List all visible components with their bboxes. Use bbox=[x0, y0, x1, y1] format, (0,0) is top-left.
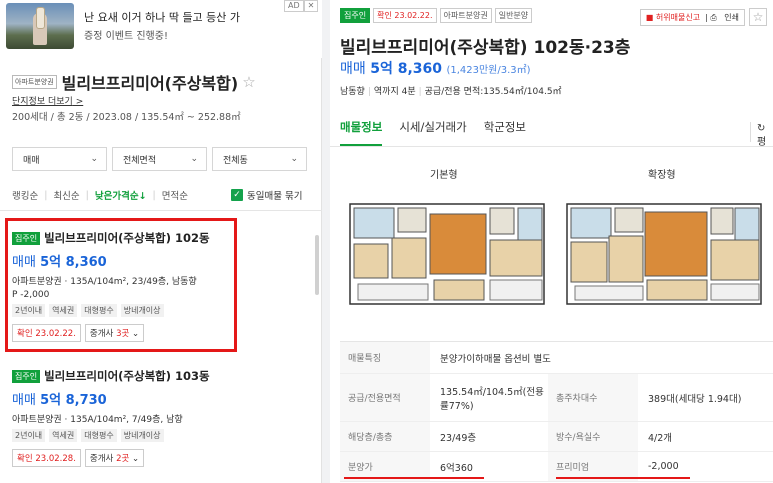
feature-chip: 대형평수 bbox=[81, 304, 117, 317]
complex-info-link[interactable]: 단지정보 더보기 > bbox=[12, 94, 83, 107]
trade-type-select[interactable]: 매매 ⌄ bbox=[12, 147, 107, 171]
sort-latest[interactable]: 최신순 bbox=[53, 188, 79, 202]
feature-chip: 방네개이상 bbox=[120, 429, 164, 442]
listing-panel: 난 요새 이거 하나 딱 들고 등산 가 증정 이벤트 진행중! AD ✕ 아파… bbox=[0, 0, 322, 483]
floorplan-basic-image[interactable] bbox=[348, 200, 546, 308]
owner-tag: 집주인 bbox=[12, 231, 41, 245]
table-cell: 135.54㎡/104.5㎡(전용률77%) bbox=[440, 386, 544, 412]
chevron-down-icon: ⌄ bbox=[90, 154, 98, 164]
owner-tag: 집주인 bbox=[340, 8, 371, 23]
favorite-star-icon[interactable]: ☆ bbox=[749, 8, 767, 26]
building-select[interactable]: 전체동 ⌄ bbox=[212, 147, 307, 171]
table-cell: -2,000 bbox=[648, 461, 679, 472]
table-header: 공급/전용면적 bbox=[340, 374, 430, 421]
ad-banner[interactable]: 난 요새 이거 하나 딱 들고 등산 가 증정 이벤트 진행중! AD ✕ bbox=[0, 0, 322, 58]
detail-title: 빌리브프리미어(주상복합) 102동·23층 bbox=[340, 38, 631, 58]
ad-close-icon[interactable]: ✕ bbox=[303, 0, 319, 12]
area-select[interactable]: 전체면적 ⌄ bbox=[112, 147, 207, 171]
sort-ranking[interactable]: 랭킹순 bbox=[12, 188, 38, 202]
listing-spec: 아파트분양권 · 135A/104m², 7/49층, 남향 bbox=[12, 415, 183, 425]
type-tag: 아파트분양권 bbox=[439, 8, 492, 23]
feature-chip: 방네개이상 bbox=[120, 304, 164, 317]
confirm-date-tag: 확인 23.02.22. bbox=[12, 324, 81, 342]
ad-subline[interactable]: 증정 이벤트 진행중! bbox=[84, 27, 168, 42]
listing-item[interactable]: 집주인 빌리브프리미어(주상복합) 102동 매매 5억 8,360 아파트분양… bbox=[12, 230, 312, 342]
detail-panel: 집주인 확인 23.02.22. 아파트분양권 일반분양 ■ 허위매물신고 | … bbox=[330, 0, 773, 483]
table-header: 방수/욕실수 bbox=[548, 422, 638, 451]
complex-name: 빌리브프리미어(주상복합) bbox=[61, 74, 239, 93]
owner-tag: 집주인 bbox=[12, 369, 41, 383]
siren-icon: ■ bbox=[645, 12, 654, 22]
table-cell: 6억360 bbox=[440, 462, 473, 474]
listing-name: 빌리브프리미어(주상복합) 102동 bbox=[44, 231, 210, 245]
checkmark-icon: ✓ bbox=[231, 189, 243, 201]
complex-summary: 200세대 / 총 2동 / 2023.08 / 135.54㎡ ~ 252.8… bbox=[12, 112, 241, 123]
confirm-date-tag: 확인 23.02.22. bbox=[373, 8, 437, 23]
chevron-down-icon: ⌄ bbox=[132, 454, 140, 464]
table-header: 매물특징 bbox=[340, 342, 430, 373]
ad-image[interactable] bbox=[6, 3, 74, 49]
sale-type-tag: 일반분양 bbox=[494, 8, 533, 23]
agents-button[interactable]: 중개사 3곳 ⌄ bbox=[84, 324, 145, 342]
listing-premium: P -2,000 bbox=[12, 290, 50, 300]
table-header: 해당층/총층 bbox=[340, 422, 430, 451]
chevron-down-icon: ⌄ bbox=[290, 154, 298, 164]
scrollbar[interactable] bbox=[315, 235, 319, 295]
tab-listing-info[interactable]: 매물정보 bbox=[340, 119, 383, 146]
favorite-star-icon[interactable]: ☆ bbox=[242, 73, 255, 91]
feature-chip: 대형평수 bbox=[81, 429, 117, 442]
table-cell: 389대(세대당 1.94대) bbox=[648, 393, 742, 405]
property-info-table: 매물특징 분양가이하매물 옵션비 별도 공급/전용면적 135.54㎡/104.… bbox=[340, 341, 773, 482]
report-button[interactable]: ■ 허위매물신고 | ⎙ 인쇄 bbox=[639, 8, 745, 26]
floorplan-label: 기본형 bbox=[430, 170, 458, 181]
feature-chip: 역세권 bbox=[49, 304, 78, 317]
feature-chip: 2년이내 bbox=[12, 304, 46, 317]
sort-lowest-price[interactable]: 낮은가격순↓ bbox=[95, 188, 147, 202]
tab-price-history[interactable]: 시세/실거래가 bbox=[399, 119, 466, 146]
listing-price: 매매 5억 8,730 bbox=[12, 393, 107, 408]
table-cell: 4/2개 bbox=[648, 432, 673, 444]
table-header: 총주차대수 bbox=[548, 374, 638, 421]
listing-spec: 아파트분양권 · 135A/104m², 23/49층, 남동향 bbox=[12, 277, 197, 287]
agents-button[interactable]: 중개사 2곳 ⌄ bbox=[84, 449, 145, 467]
ad-headline[interactable]: 난 요새 이거 하나 딱 들고 등산 가 bbox=[84, 9, 240, 25]
listing-price: 매매 5억 8,360 bbox=[12, 255, 107, 270]
complex-type-tag: 아파트분양권 bbox=[12, 75, 57, 89]
detail-price: 매매 5억 8,360 (1,423만원/3.3㎡) bbox=[340, 61, 531, 77]
underline-mark bbox=[556, 477, 690, 479]
table-cell: 23/49층 bbox=[440, 432, 477, 444]
table-cell: 분양가이하매물 옵션비 별도 bbox=[440, 353, 551, 365]
chevron-down-icon: ⌄ bbox=[132, 329, 140, 339]
feature-chip: 2년이내 bbox=[12, 429, 46, 442]
tab-school-info[interactable]: 학군정보 bbox=[484, 119, 526, 146]
detail-info: 남동향 | 역까지 4분 | 공급/전용 면적:135.54㎡/104.5㎡ bbox=[340, 87, 562, 97]
ad-label: AD bbox=[284, 0, 304, 12]
sort-options: 랭킹순 | 최신순 | 낮은가격순↓ | 면적순 bbox=[12, 188, 188, 203]
listing-item[interactable]: 집주인 빌리브프리미어(주상복합) 103동 매매 5억 8,730 아파트분양… bbox=[12, 368, 312, 467]
group-same-checkbox[interactable]: ✓ 동일매물 묶기 bbox=[231, 188, 302, 202]
chevron-down-icon: ⌄ bbox=[190, 154, 198, 164]
confirm-date-tag: 확인 23.02.28. bbox=[12, 449, 81, 467]
refresh-button[interactable]: ↻ 평 bbox=[750, 122, 773, 148]
feature-chip: 역세권 bbox=[49, 429, 78, 442]
print-button[interactable]: | ⎙ 인쇄 bbox=[705, 12, 739, 23]
floorplan-label: 확장형 bbox=[648, 170, 676, 181]
sort-area[interactable]: 면적순 bbox=[162, 188, 188, 202]
floorplan-extended-image[interactable] bbox=[565, 200, 763, 308]
underline-mark bbox=[344, 477, 484, 479]
listing-name: 빌리브프리미어(주상복합) 103동 bbox=[44, 369, 210, 383]
